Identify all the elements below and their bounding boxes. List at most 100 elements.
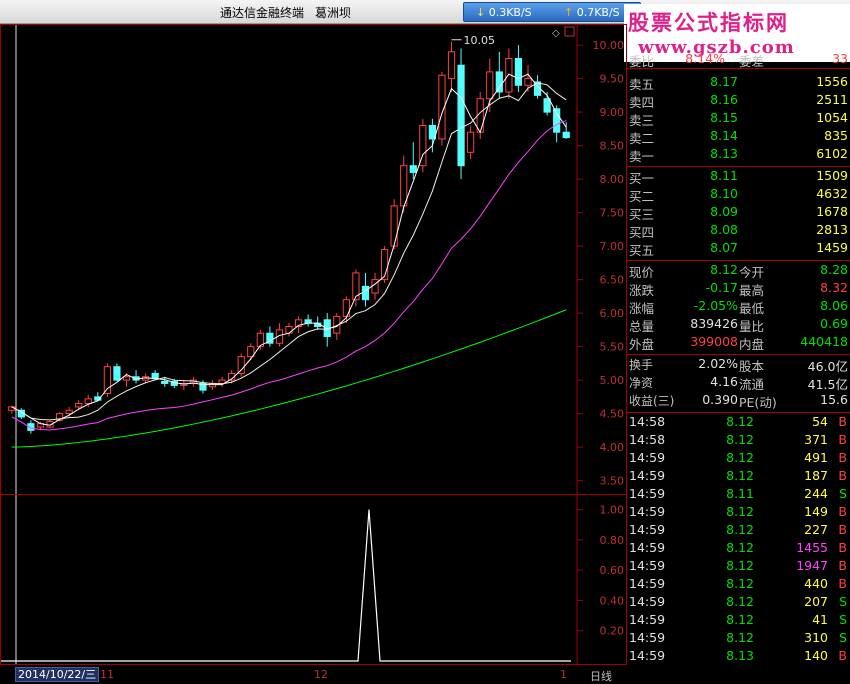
maximize-icon <box>564 26 575 37</box>
candle-body <box>486 71 494 100</box>
fund-value: 46.0亿 <box>807 359 848 374</box>
y-tick-label: 6.50 <box>600 274 625 287</box>
trade-tick-row: 14:59 8.12 149 B <box>627 504 850 522</box>
tick-volume: 227 <box>804 522 828 537</box>
candle-body <box>524 78 532 86</box>
fund-value: 4.16 <box>710 374 738 389</box>
tick-volume: 41 <box>812 612 828 627</box>
fund-label: 收益(三) <box>629 394 675 408</box>
stat-value: 399008 <box>690 334 738 349</box>
stats-row: 涨幅 -2.05% 最低 8.06 <box>627 298 850 316</box>
tick-volume: 491 <box>804 450 828 465</box>
stat-label: 涨幅 <box>629 301 655 316</box>
stat-label: 今开 <box>739 265 765 280</box>
ask-row: 卖一 8.13 6102 <box>627 146 850 164</box>
candle-body <box>467 131 475 153</box>
stat-label: 量比 <box>739 319 765 334</box>
indicator-chart[interactable]: 1.00 0.80 0.60 0.40 0.20 <box>1 495 626 664</box>
trade-tick-row: 14:59 8.12 227 B <box>627 522 850 540</box>
candle-body <box>103 366 111 395</box>
candle-body <box>447 51 456 80</box>
tick-side: S <box>839 486 847 501</box>
ask-price: 8.17 <box>710 74 738 89</box>
download-arrow-icon: ↓ <box>476 6 486 19</box>
candle-body <box>352 272 360 301</box>
month-tick-label: 11 <box>100 668 114 681</box>
fundamental-row: 净资 4.16 流通 41.5亿 <box>627 374 850 392</box>
fund-value: 2.02% <box>698 356 738 371</box>
ask-volume: 835 <box>824 128 848 143</box>
tick-side: S <box>839 612 847 627</box>
diamond-icon: ◇ <box>552 28 560 39</box>
fund-label: 换手 <box>629 358 654 372</box>
y-tick-label: 4.00 <box>600 441 625 454</box>
tick-time: 14:59 <box>629 648 666 663</box>
y-tick-label: 9.00 <box>600 106 625 119</box>
candlestick-chart[interactable]: 10.00 9.50 9.00 8.50 8.00 7.50 7.00 6.50 6.00 5.5… <box>1 25 626 494</box>
y-tick-label: 0.40 <box>600 594 625 607</box>
candle-body <box>84 398 92 405</box>
section-divider <box>627 68 850 69</box>
stats-row: 总量 839426 量比 0.69 <box>627 316 850 334</box>
indicator-panel[interactable]: 1.00 0.80 0.60 0.40 0.20 <box>0 494 627 665</box>
y-tick-label: 6.00 <box>600 307 625 320</box>
bid-row: 买一 8.11 1509 <box>627 168 850 186</box>
tick-time: 14:59 <box>629 540 666 555</box>
candle-body <box>304 319 312 324</box>
y-tick-label: 5.50 <box>600 341 625 354</box>
tick-price: 8.11 <box>726 486 754 501</box>
tick-side: B <box>838 414 847 429</box>
price-chart-panel[interactable]: 10.00 9.50 9.00 8.50 8.00 7.50 7.00 6.50 6.00 5.5… <box>0 24 627 495</box>
y-tick-label: 7.00 <box>600 240 625 253</box>
tick-price: 8.12 <box>726 504 754 519</box>
stat-value: 8.32 <box>820 280 848 295</box>
candle-body <box>75 403 83 408</box>
ask-level-label: 卖五 <box>629 77 655 92</box>
tick-time: 14:58 <box>629 432 666 447</box>
y-tick-label: 0.20 <box>600 625 625 638</box>
ask-level-label: 卖四 <box>629 95 655 110</box>
trade-tick-row: 14:59 8.11 244 S <box>627 486 850 504</box>
candle-body <box>543 98 551 113</box>
period-tab-daily[interactable]: 日线 <box>590 668 612 684</box>
candle-body <box>122 376 131 381</box>
tick-price: 8.12 <box>726 630 754 645</box>
tick-time: 14:59 <box>629 486 666 501</box>
tick-volume: 149 <box>804 504 828 519</box>
bid-level-label: 买三 <box>629 207 655 222</box>
tick-time: 14:59 <box>629 630 666 645</box>
network-speed-badge[interactable]: ↓ 0.3KB/S ↑ 0.7KB/S <box>463 2 641 22</box>
y-tick-label: 3.50 <box>600 475 625 488</box>
ask-row: 卖二 8.14 835 <box>627 128 850 146</box>
tick-side: B <box>838 558 847 573</box>
trade-tick-row: 14:59 8.12 310 S <box>627 630 850 648</box>
cursor-date: 2014/10/22/三 <box>15 667 100 682</box>
tick-price: 8.12 <box>726 612 754 627</box>
bid-price: 8.08 <box>710 222 738 237</box>
bid-level-label: 买五 <box>629 243 655 258</box>
y-tick-label: 1.00 <box>600 504 625 517</box>
candle-body <box>237 356 245 374</box>
fund-value: 0.390 <box>702 392 738 407</box>
trade-tick-row: 14:59 8.12 41 S <box>627 612 850 630</box>
tick-side: B <box>838 468 847 483</box>
month-tick-label: 12 <box>314 668 328 681</box>
stats-row: 现价 8.12 今开 8.28 <box>627 262 850 280</box>
tick-volume: 187 <box>804 468 828 483</box>
fund-label: PE(动) <box>739 395 777 410</box>
ask-volume: 2511 <box>816 92 848 107</box>
section-divider <box>627 354 850 355</box>
ask-row: 卖四 8.16 2511 <box>627 92 850 110</box>
bid-volume: 1459 <box>816 240 848 255</box>
stat-label: 外盘 <box>629 337 655 352</box>
ask-price: 8.14 <box>710 128 738 143</box>
trade-tick-row: 14:59 8.12 491 B <box>627 450 850 468</box>
tick-time: 14:59 <box>629 558 666 573</box>
order-ratio-value: 8.14% <box>685 51 725 66</box>
high-marker-label: 10.05 <box>464 34 496 47</box>
stat-value: 8.06 <box>820 298 848 313</box>
tick-time: 14:59 <box>629 468 666 483</box>
stock-name: 葛洲坝 <box>315 6 352 20</box>
stat-value: -2.05% <box>693 298 738 313</box>
bid-row: 买五 8.07 1459 <box>627 240 850 258</box>
